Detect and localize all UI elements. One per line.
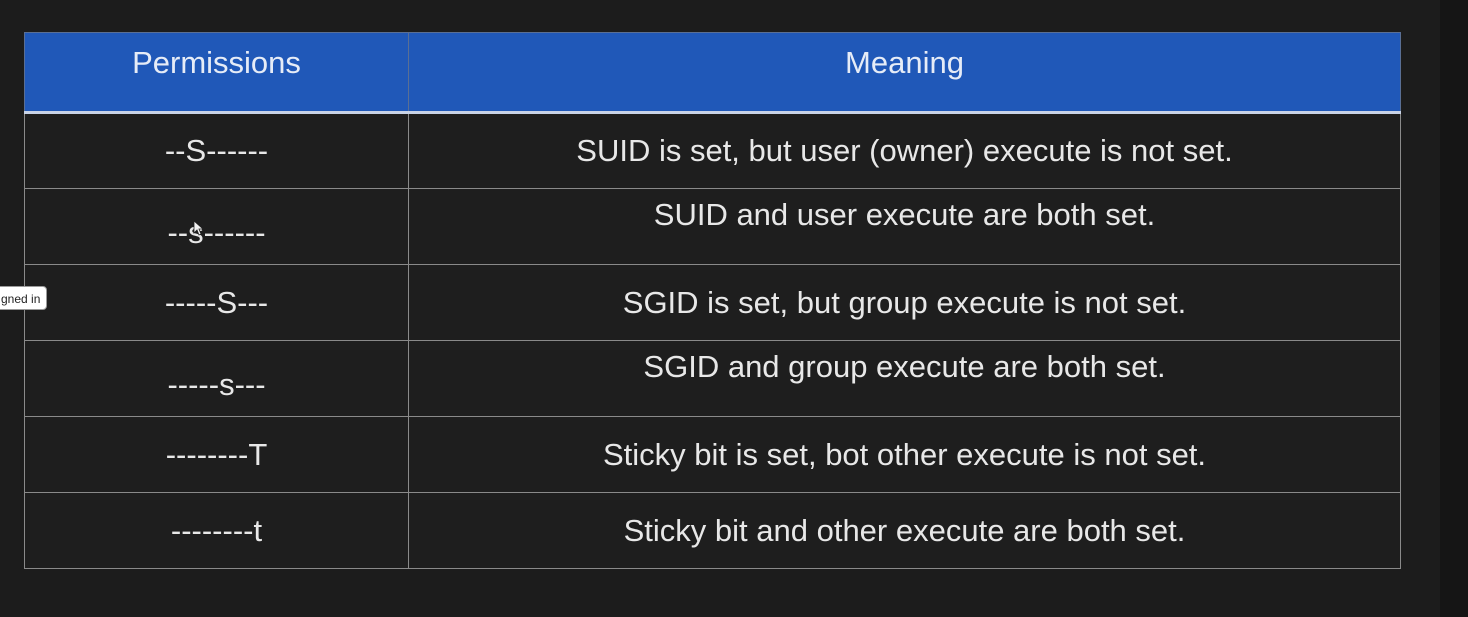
meaning-cell: Sticky bit and other execute are both se… bbox=[408, 492, 1401, 569]
table-row: --------T Sticky bit is set, bot other e… bbox=[24, 416, 1401, 493]
table-row: --s------ SUID and user execute are both… bbox=[24, 188, 1401, 265]
meaning-cell: SUID is set, but user (owner) execute is… bbox=[408, 112, 1401, 189]
edge-strip bbox=[1440, 0, 1468, 617]
table-row: -----S--- SGID is set, but group execute… bbox=[24, 264, 1401, 341]
table-row: --S------ SUID is set, but user (owner) … bbox=[24, 112, 1401, 189]
permission-cell: -----s--- bbox=[24, 340, 409, 417]
meaning-cell: Sticky bit is set, bot other execute is … bbox=[408, 416, 1401, 493]
permission-cell: --------t bbox=[24, 492, 409, 569]
signed-in-tooltip: gned in bbox=[0, 286, 48, 310]
meaning-cell: SGID is set, but group execute is not se… bbox=[408, 264, 1401, 341]
table-row: --------t Sticky bit and other execute a… bbox=[24, 492, 1401, 569]
permission-cell: --------T bbox=[24, 416, 409, 493]
permission-cell: -----S--- bbox=[24, 264, 409, 341]
permission-cell: --s------ bbox=[24, 188, 409, 265]
meaning-cell: SUID and user execute are both set. bbox=[408, 188, 1401, 265]
column-header-meaning: Meaning bbox=[408, 32, 1401, 114]
table-row: -----s--- SGID and group execute are bot… bbox=[24, 340, 1401, 417]
permissions-table: Permissions Meaning --S------ SUID is se… bbox=[24, 32, 1401, 569]
table-header-row: Permissions Meaning bbox=[24, 32, 1401, 114]
meaning-cell: SGID and group execute are both set. bbox=[408, 340, 1401, 417]
presentation-slide: Permissions Meaning --S------ SUID is se… bbox=[0, 0, 1468, 617]
column-header-permissions: Permissions bbox=[24, 32, 409, 114]
mouse-cursor-icon bbox=[193, 220, 203, 236]
permission-cell: --S------ bbox=[24, 112, 409, 189]
